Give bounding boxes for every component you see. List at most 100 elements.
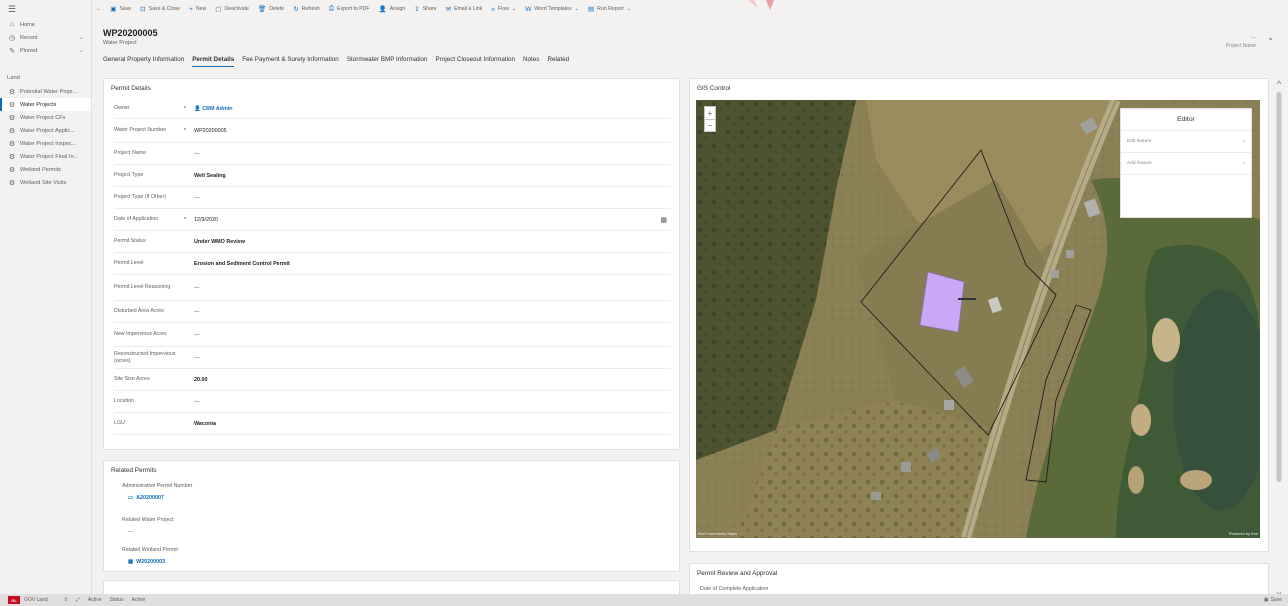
tab-general-property-information[interactable]: General Property Information bbox=[103, 56, 184, 67]
status-save-button[interactable]: ▣ Save bbox=[1264, 597, 1282, 603]
field-value[interactable]: Waconia bbox=[194, 421, 216, 427]
form-field-row[interactable]: Location --- bbox=[114, 391, 671, 413]
sidebar-item-water-projects[interactable]: ⚙ Water Projects bbox=[0, 98, 91, 111]
record-entity-name: Water Project bbox=[103, 40, 137, 46]
field-value[interactable]: --- bbox=[194, 399, 199, 405]
field-value[interactable]: --- bbox=[194, 195, 199, 201]
form-field-row[interactable]: Site Size Acres 20.00 bbox=[114, 369, 671, 391]
field-label: Permit Level bbox=[114, 260, 144, 266]
tab-fee-payment[interactable]: Fee Payment & Surety Information bbox=[242, 56, 339, 67]
zoom-in-button[interactable]: + bbox=[705, 107, 715, 119]
refresh-label: Refresh bbox=[301, 6, 320, 12]
tab-project-closeout[interactable]: Project Closeout Information bbox=[436, 56, 515, 67]
new-button[interactable]: + New bbox=[189, 6, 206, 13]
save-label: Save bbox=[119, 6, 132, 12]
sidebar-item-pinned[interactable]: ✎ Pinned ⌄ bbox=[0, 44, 91, 57]
sidebar-item-label: Recent bbox=[20, 34, 38, 41]
flow-button[interactable]: » Flow ⌄ bbox=[491, 6, 516, 13]
export-pdf-button[interactable]: ⎙ Export to PDF bbox=[329, 5, 370, 13]
entity-icon: ⚙ bbox=[8, 127, 16, 135]
map-editor-panel: Editor Edit feature › Add feature › bbox=[1120, 108, 1252, 218]
form-field-row[interactable]: Water Project Number * WP20200005 bbox=[114, 119, 671, 143]
field-value[interactable]: WP20200005 bbox=[194, 128, 227, 134]
form-scrollbar[interactable] bbox=[1275, 78, 1283, 598]
form-field-row[interactable]: Reconstructed Impervious (acres) --- bbox=[114, 347, 671, 369]
related-permits-section: Related Permits Administrative Permit Nu… bbox=[103, 460, 680, 572]
status-value-2: Active bbox=[131, 597, 146, 603]
tab-permit-details[interactable]: Permit Details bbox=[192, 56, 235, 67]
expand-header-icon[interactable]: ⌄ bbox=[1267, 33, 1274, 42]
deactivate-icon: ▢ bbox=[215, 6, 222, 13]
tab-notes[interactable]: Notes bbox=[523, 56, 539, 67]
form-field-row[interactable]: Permit Level Erosion and Sediment Control… bbox=[114, 253, 671, 275]
field-value[interactable]: --- bbox=[194, 151, 199, 157]
sidebar-item-wetland-permits[interactable]: ⚙ Wetland Permits bbox=[0, 163, 91, 176]
field-value[interactable]: 12/9/2020 bbox=[194, 217, 218, 223]
header-field-value: --- bbox=[1251, 35, 1256, 41]
sidebar-item-home[interactable]: ⌂ Home bbox=[0, 18, 91, 31]
expand-icon[interactable]: ⤢ bbox=[76, 597, 80, 603]
related-water-project-value[interactable]: --- bbox=[128, 529, 133, 535]
header-field: --- Project Name bbox=[1226, 34, 1256, 50]
share-button[interactable]: ⇪ Share bbox=[414, 5, 436, 13]
section-title: GIS Control bbox=[697, 85, 731, 92]
calendar-icon[interactable]: ▦ bbox=[660, 216, 667, 224]
form-field-row[interactable]: Project Type (If Other) --- bbox=[114, 187, 671, 209]
back-button[interactable]: ← bbox=[96, 6, 101, 12]
save-close-icon: ⊡ bbox=[140, 6, 146, 13]
save-close-button[interactable]: ⊡ Save & Close bbox=[140, 5, 180, 13]
field-value[interactable]: 20.00 bbox=[194, 377, 208, 383]
sidebar-item-water-project-final-inspections[interactable]: ⚙ Water Project Final In... bbox=[0, 150, 91, 163]
add-feature-row[interactable]: Add feature › bbox=[1121, 153, 1251, 175]
sidebar-item-water-project-cfs[interactable]: ⚙ Water Project CFs bbox=[0, 111, 91, 124]
field-value[interactable]: --- bbox=[194, 285, 199, 291]
parcel-label-marker bbox=[958, 298, 976, 300]
section-title: Related Permits bbox=[111, 467, 157, 474]
field-value[interactable]: --- bbox=[194, 332, 199, 338]
form-field-row[interactable]: Project Name --- bbox=[114, 143, 671, 165]
sidebar-item-water-project-inspections[interactable]: ⚙ Water Project Inspec... bbox=[0, 137, 91, 150]
sidebar-item-recent[interactable]: ◷ Recent ⌄ bbox=[0, 31, 91, 44]
administrative-permit-lookup[interactable]: ▭ A20200007 bbox=[128, 495, 164, 501]
tab-stormwater-bmp[interactable]: Stormwater BMP Information bbox=[347, 56, 428, 67]
tab-related[interactable]: Related bbox=[547, 56, 569, 67]
status-bar: GL GOV Land ⇕ ⤢ Active Status Active ▣ S… bbox=[0, 594, 1288, 606]
field-value[interactable]: 👤 CRM Admin bbox=[194, 106, 233, 112]
field-value[interactable]: --- bbox=[194, 309, 199, 315]
save-icon: ▣ bbox=[1263, 597, 1269, 603]
zoom-out-button[interactable]: − bbox=[705, 119, 715, 131]
field-value[interactable]: --- bbox=[194, 355, 199, 361]
sidebar-item-water-project-applications[interactable]: ⚙ Water Project Applic... bbox=[0, 124, 91, 137]
field-value[interactable]: Well Sealing bbox=[194, 173, 226, 179]
form-field-row[interactable]: Permit Status Under WMO Review bbox=[114, 231, 671, 253]
field-value[interactable]: Under WMO Review bbox=[194, 239, 245, 245]
form-field-row[interactable]: Owner * 👤 CRM Admin bbox=[114, 99, 671, 119]
form-field-row[interactable]: Permit Level Reasoning --- bbox=[114, 275, 671, 301]
sidebar-item-wetland-site-visits[interactable]: ⚙ Wetland Site Visits bbox=[0, 176, 91, 189]
related-wetland-permit-lookup[interactable]: ▦ W20200003 bbox=[128, 559, 165, 565]
area-switcher[interactable]: GOV Land bbox=[24, 597, 48, 603]
form-field-row[interactable]: Project Type Well Sealing bbox=[114, 165, 671, 187]
run-report-button[interactable]: ▤ Run Report ⌄ bbox=[588, 5, 631, 13]
field-value[interactable]: Erosion and Sediment Control Permit bbox=[194, 261, 290, 267]
area-switcher-icon[interactable]: ⇕ bbox=[64, 597, 68, 603]
email-link-button[interactable]: ✉ Email a Link bbox=[446, 5, 483, 13]
deactivate-button[interactable]: ▢ Deactivate bbox=[215, 5, 249, 13]
form-field-row[interactable]: Date of Application * 12/9/2020 ▦ bbox=[114, 209, 671, 231]
save-button[interactable]: ▣ Save bbox=[110, 5, 131, 13]
delete-button[interactable]: 🗑 Delete bbox=[258, 5, 284, 13]
form-field-row[interactable]: Disturbed Area Acres --- bbox=[114, 301, 671, 323]
refresh-button[interactable]: ↻ Refresh bbox=[293, 5, 320, 13]
form-field-row[interactable]: New Impervious Acres --- bbox=[114, 323, 671, 347]
related-wetland-permit-value: W20200003 bbox=[136, 559, 166, 565]
assign-button[interactable]: 👤 Assign bbox=[379, 5, 406, 13]
sidebar-item-potential-water-projects[interactable]: ⚙ Potential Water Proje... bbox=[0, 85, 91, 98]
hamburger-menu-icon[interactable]: ☰ bbox=[0, 0, 91, 18]
flow-label: Flow bbox=[497, 6, 509, 12]
related-water-project-label: Related Water Project bbox=[122, 517, 174, 523]
form-field-row[interactable]: LGU Waconia bbox=[114, 413, 671, 435]
field-label: Site Size Acres bbox=[114, 376, 150, 382]
sidebar-item-label: Water Project Inspec... bbox=[20, 140, 77, 147]
word-templates-button[interactable]: W Word Templates ⌄ bbox=[525, 6, 579, 13]
edit-feature-row[interactable]: Edit feature › bbox=[1121, 131, 1251, 153]
